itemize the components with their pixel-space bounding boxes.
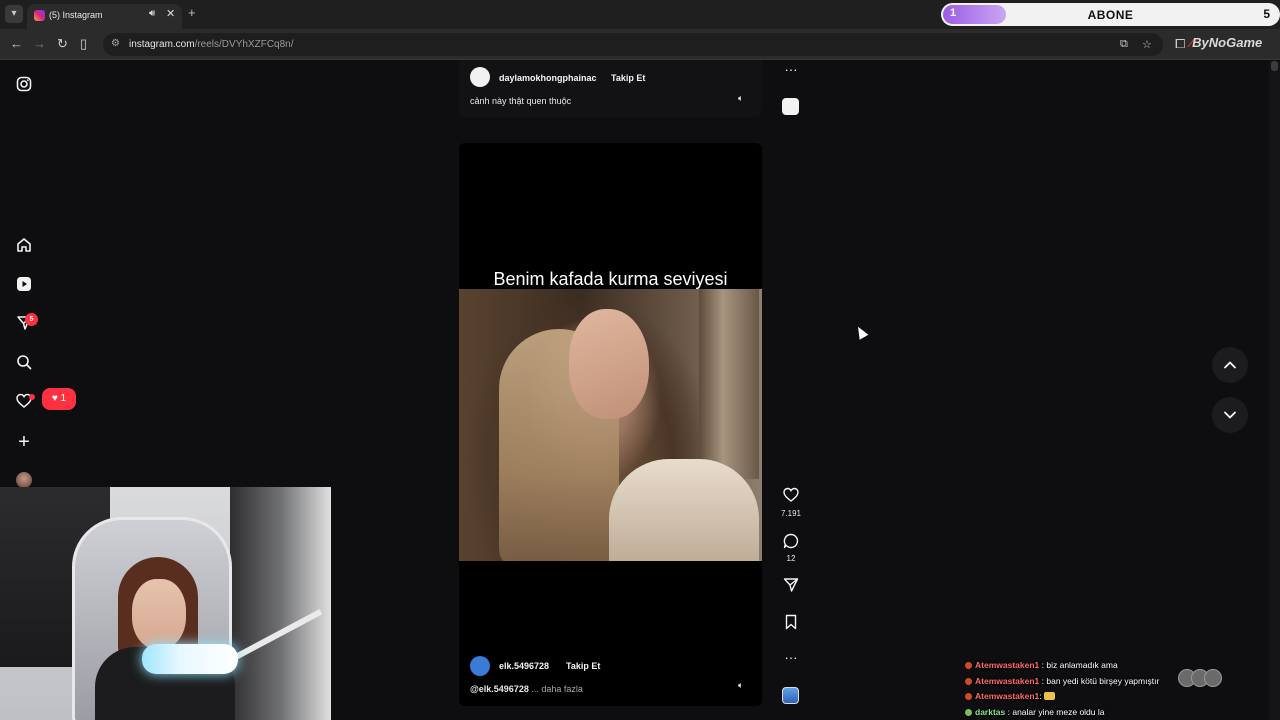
video-subject-face	[569, 309, 649, 419]
webcam-microphone	[142, 644, 238, 674]
chat-message: Atemwastaken1 : biz anlamadık ama	[965, 660, 1118, 670]
page-scrollbar[interactable]	[1269, 61, 1280, 720]
more-icon[interactable]: ···	[781, 650, 801, 665]
address-bar[interactable]: ⚙ instagram.com/reels/DVYhXZFCq8n/ ⧉ ☆	[103, 33, 1163, 56]
install-app-icon[interactable]: ⧉	[1120, 38, 1128, 51]
share-icon[interactable]	[781, 577, 801, 597]
avatar[interactable]	[470, 67, 490, 87]
search-icon[interactable]	[14, 354, 34, 374]
tab-title: (5) Instagram	[49, 10, 103, 20]
speaker-icon[interactable]: 🔈︎	[738, 680, 743, 691]
tab-search-button[interactable]: ▾	[5, 5, 23, 23]
caption-mention[interactable]: @elk.5496728	[470, 684, 529, 694]
url-path: /reels/DVYhXZFCq8n/	[194, 39, 294, 50]
follow-button[interactable]: Takip Et	[611, 73, 645, 83]
chat-username: darktas	[975, 707, 1006, 717]
reload-icon[interactable]: ↻	[57, 36, 68, 52]
back-icon[interactable]: ←	[10, 36, 23, 51]
extensions-icon[interactable]: ⧠	[1175, 36, 1185, 52]
close-icon[interactable]: ✕	[166, 7, 175, 20]
video-subject-shoulder	[609, 459, 759, 561]
emote-icon	[1044, 692, 1056, 700]
chevron-down-icon[interactable]	[1212, 397, 1248, 433]
chevron-up-icon[interactable]	[1212, 347, 1248, 383]
tab-bar: ▾ (5) Instagram 🔊︎ ✕ + 1 ABONE 5	[0, 0, 1280, 29]
instagram-icon[interactable]	[14, 76, 34, 96]
chat-message: Atemwastaken1 : ban yedi kötü birşey yap…	[965, 676, 1159, 686]
caption-more[interactable]: ... daha fazla	[531, 684, 583, 694]
heart-filled-icon: ♥	[51, 393, 58, 404]
follow-button[interactable]: Takip Et	[566, 661, 600, 671]
chat-text: :	[1039, 691, 1042, 701]
chat-text: : analar yine meze oldu la	[1007, 707, 1105, 717]
instagram-favicon-icon	[34, 10, 45, 21]
chat-username: Atemwastaken1	[975, 660, 1040, 670]
bookmark-star-icon[interactable]: ☆	[1142, 38, 1152, 51]
webcam-streamer-face	[132, 579, 186, 649]
reel-previous[interactable]: daylamokhongphainac Takip Et cảnh này th…	[459, 60, 762, 117]
video-background	[699, 289, 759, 479]
tab-instagram[interactable]: (5) Instagram 🔊︎ ✕	[27, 4, 182, 29]
chat-badge-icon	[965, 662, 972, 669]
chat-badge-icon	[965, 693, 972, 700]
subscriber-goal-bar: 1 ABONE 5	[941, 3, 1280, 26]
goal-label: ABONE	[1087, 8, 1134, 22]
sidebar-toggle-icon[interactable]: ▯	[80, 36, 87, 52]
messages-badge: 5	[25, 313, 38, 326]
reel-caption[interactable]: @elk.5496728 ... daha fazla	[470, 684, 583, 694]
comment-icon[interactable]	[781, 533, 801, 553]
scrollbar-thumb[interactable]	[1271, 61, 1278, 71]
chat-badge-icon	[965, 678, 972, 685]
home-icon[interactable]	[14, 237, 34, 257]
notifications-popup[interactable]: ♥ 1	[42, 388, 76, 410]
plus-icon[interactable]: +	[14, 432, 34, 452]
notifications-count: 1	[60, 393, 67, 404]
chat-message: Atemwastaken1:	[965, 691, 1056, 701]
reel-video[interactable]: Benim kafada kurma seviyesi elk.5496728 …	[459, 143, 762, 706]
video-frame	[459, 289, 762, 561]
reel-username[interactable]: elk.5496728	[499, 661, 549, 671]
chat-username: Atemwastaken1	[975, 676, 1040, 686]
reel-caption[interactable]: cảnh này thật quen thuộc	[470, 96, 571, 106]
url-text: instagram.com/reels/DVYhXZFCq8n/	[129, 39, 294, 50]
new-tab-button[interactable]: +	[188, 5, 196, 20]
audio-thumbnail[interactable]	[782, 98, 799, 115]
site-info-icon[interactable]: ⚙	[111, 38, 120, 49]
more-icon[interactable]: ···	[781, 62, 801, 77]
avatar[interactable]	[470, 656, 490, 676]
url-domain: instagram.com	[129, 39, 195, 50]
reels-icon[interactable]	[14, 276, 34, 296]
goal-target-value: 5	[1263, 7, 1270, 21]
bookmark-icon[interactable]	[781, 614, 801, 634]
like-icon[interactable]	[781, 487, 801, 507]
chat-badge-icon	[965, 709, 972, 716]
webcam-overlay	[0, 487, 331, 720]
extension-logo[interactable]: ⁄ByNoGame	[1190, 35, 1262, 50]
comment-count: 12	[786, 554, 796, 563]
profile-avatar[interactable]	[16, 472, 32, 488]
chat-text: : biz anlamadık ama	[1041, 660, 1118, 670]
mouse-cursor	[853, 324, 869, 340]
chat-message: darktas : analar yine meze oldu la	[965, 707, 1105, 717]
webcam-background-door	[230, 487, 331, 720]
notification-dot	[29, 394, 35, 400]
speaker-icon[interactable]: 🔊︎	[149, 8, 155, 19]
browser-toolbar: ← → ↻ ▯ ⚙ instagram.com/reels/DVYhXZFCq8…	[0, 29, 1280, 60]
avatar	[1204, 669, 1222, 687]
reel-overlay-text: Benim kafada kurma seviyesi	[493, 269, 728, 289]
forward-icon[interactable]: →	[33, 36, 46, 51]
reel-username[interactable]: daylamokhongphainac	[499, 73, 597, 83]
audio-thumbnail[interactable]	[782, 687, 799, 704]
speaker-icon[interactable]: 🔈︎	[738, 93, 743, 104]
chat-text: : ban yedi kötü birşey yapmıştır	[1041, 676, 1160, 686]
viewer-avatars	[1178, 669, 1248, 687]
chat-username: Atemwastaken1	[975, 691, 1040, 701]
like-count: 7.191	[780, 509, 802, 518]
